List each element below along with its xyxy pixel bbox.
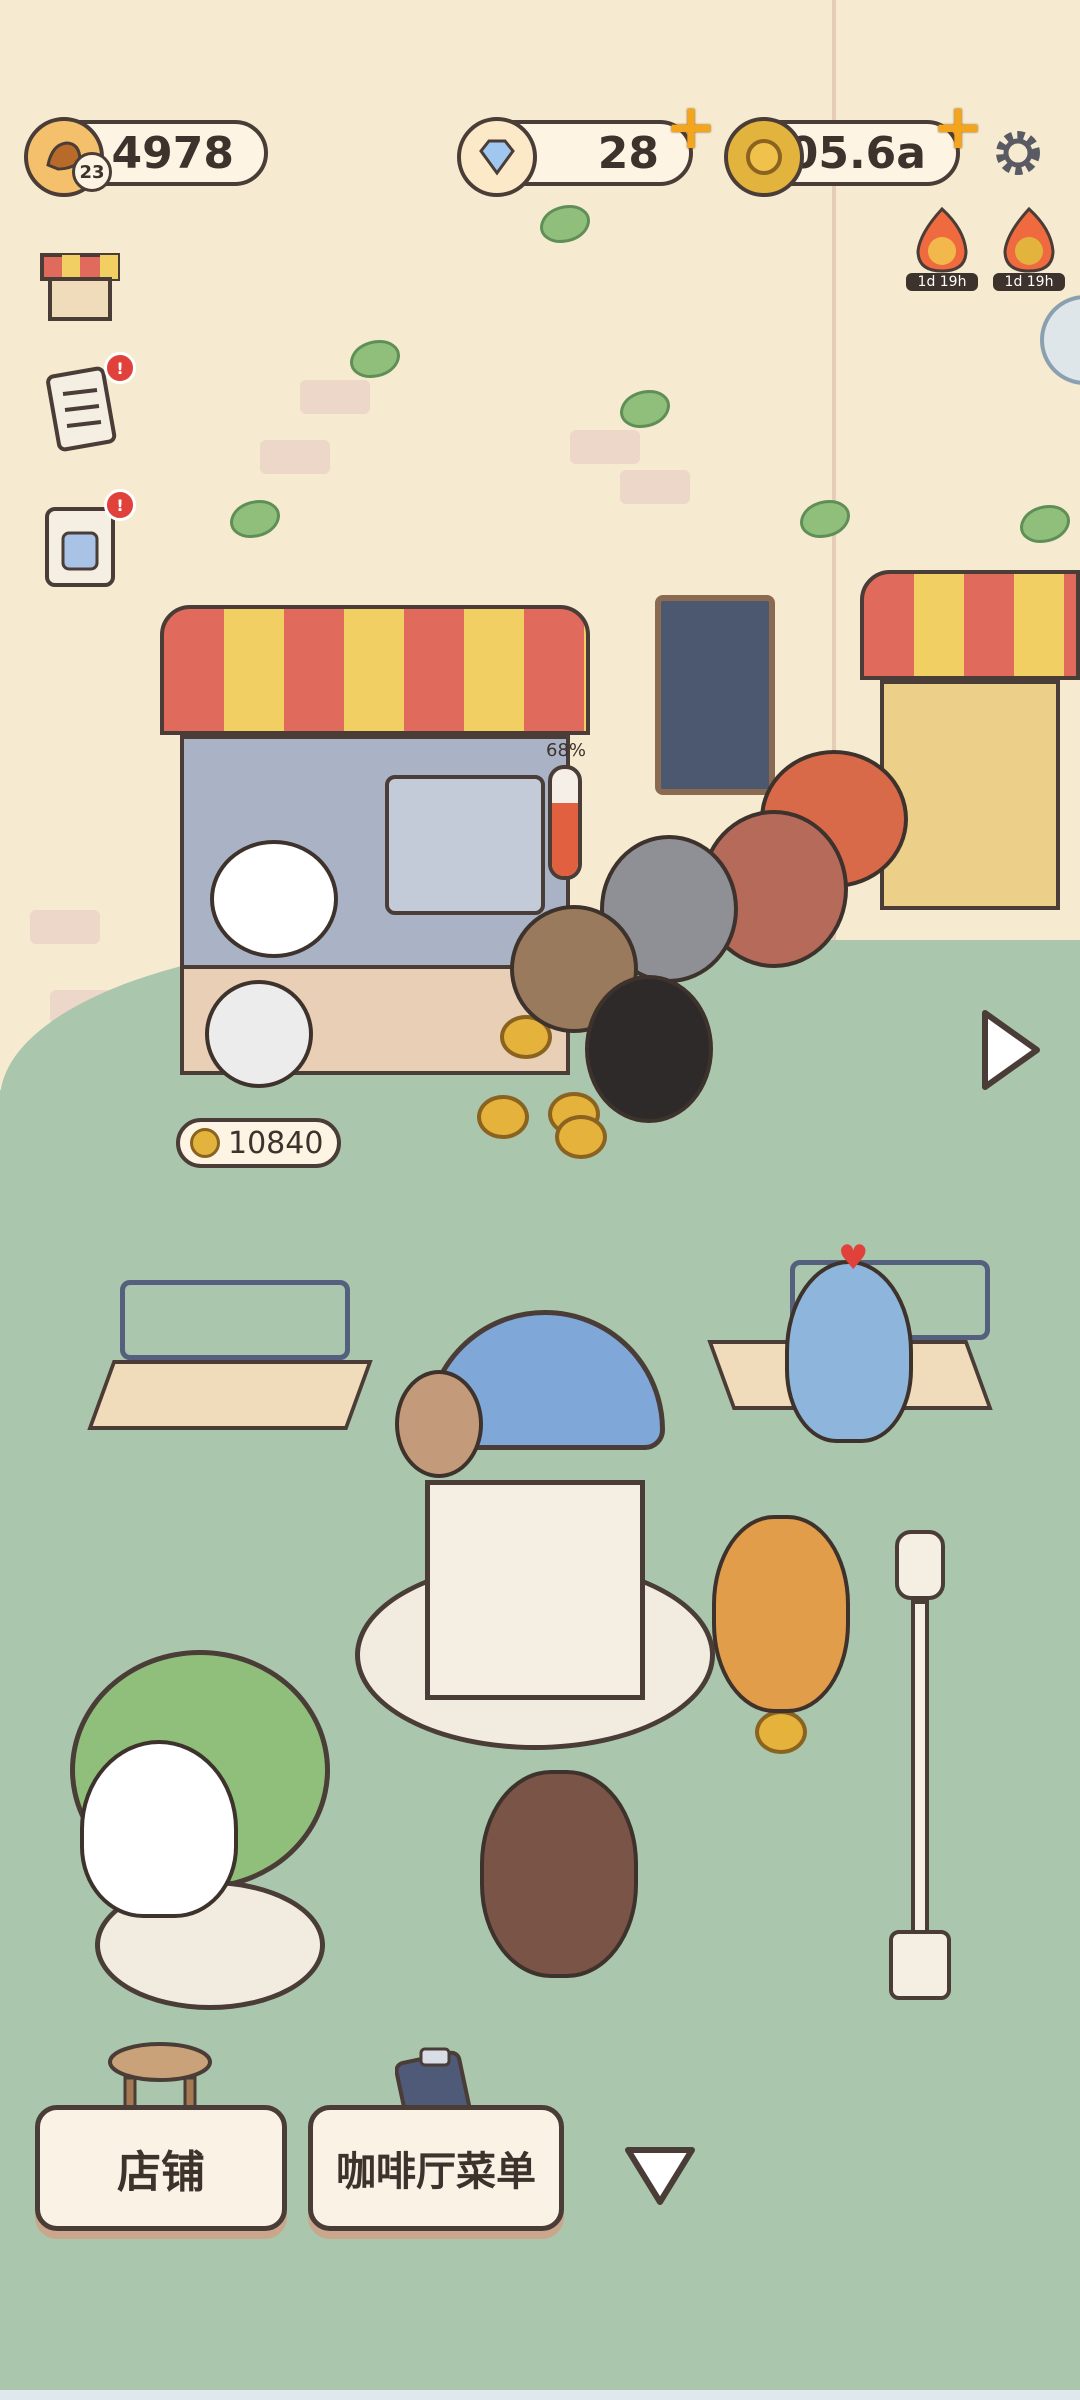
wall-brick <box>620 470 690 504</box>
chicken-customer <box>80 1740 238 1918</box>
fill-percent-label: 68% <box>546 740 587 761</box>
corgi-customer <box>712 1515 850 1713</box>
side-awning <box>860 570 1080 680</box>
gazebo-pillar <box>425 1480 645 1700</box>
street-lamp <box>889 1530 951 2000</box>
checklist-icon[interactable]: ! <box>30 352 136 458</box>
black-shiba-customer <box>585 975 713 1123</box>
play-arrow-icon[interactable] <box>975 1005 1045 1095</box>
dropped-coin[interactable] <box>755 1710 807 1754</box>
bakery-counter[interactable]: 23 4978 <box>24 117 268 197</box>
shark-customer <box>785 1260 913 1443</box>
shop-button[interactable]: 店铺 <box>35 2105 287 2231</box>
brown-bunny-customer <box>480 1770 638 1978</box>
level-badge: 23 <box>72 152 112 192</box>
park-bench-left <box>80 1280 373 1470</box>
event-timer: 1d 19h <box>906 273 978 291</box>
fill-gauge <box>548 765 582 880</box>
stall-awning <box>160 605 590 735</box>
stall-earnings-value: 10840 <box>228 1125 324 1161</box>
shop-button-label: 店铺 <box>117 2147 205 2198</box>
menu-chalkboard <box>655 595 775 795</box>
cat-barista <box>205 980 313 1088</box>
diamond-value: 28 <box>597 127 659 179</box>
fill-gauge-level <box>552 803 578 876</box>
hamster-on-gazebo <box>395 1370 483 1478</box>
cafe-menu-button[interactable]: 咖啡厅菜单 <box>308 2105 564 2231</box>
add-diamonds-plus-icon[interactable]: + <box>665 96 717 158</box>
bottom-edge <box>0 2390 1080 2400</box>
wall-brick <box>260 440 330 474</box>
side-kiosk <box>880 680 1060 910</box>
wall-brick <box>570 430 640 464</box>
diamond-icon <box>457 117 537 197</box>
dropped-coin[interactable] <box>555 1115 607 1159</box>
cashier-dog <box>210 840 338 958</box>
wall-brick <box>30 910 100 944</box>
event-timer: 1d 19h <box>993 273 1065 291</box>
coin-icon <box>190 1128 220 1158</box>
shop-icon[interactable] <box>30 235 130 335</box>
chevron-down-icon[interactable] <box>620 2140 700 2210</box>
bakery-value: 4978 <box>111 127 234 179</box>
coin-counter[interactable]: 105.6a + <box>724 96 984 197</box>
diamond-counter[interactable]: 28 + <box>457 96 717 197</box>
coffee-machine <box>385 775 545 915</box>
add-coins-plus-icon[interactable]: + <box>932 96 984 158</box>
notification-badge: ! <box>104 352 136 384</box>
notification-badge: ! <box>104 489 136 521</box>
fire-event-icon[interactable]: 1d 19h <box>906 205 978 291</box>
calendar-icon[interactable]: ! <box>30 489 136 595</box>
settings-gear-icon[interactable] <box>990 125 1046 181</box>
dropped-coin[interactable] <box>477 1095 529 1139</box>
wall-brick <box>300 380 370 414</box>
fire-event-icon[interactable]: 1d 19h <box>993 205 1065 291</box>
coin-icon <box>724 117 804 197</box>
stall-earnings-badge[interactable]: 10840 <box>176 1118 342 1168</box>
cafe-menu-button-label: 咖啡厅菜单 <box>336 2149 536 2195</box>
heart-icon: ♥ <box>838 1238 869 1278</box>
